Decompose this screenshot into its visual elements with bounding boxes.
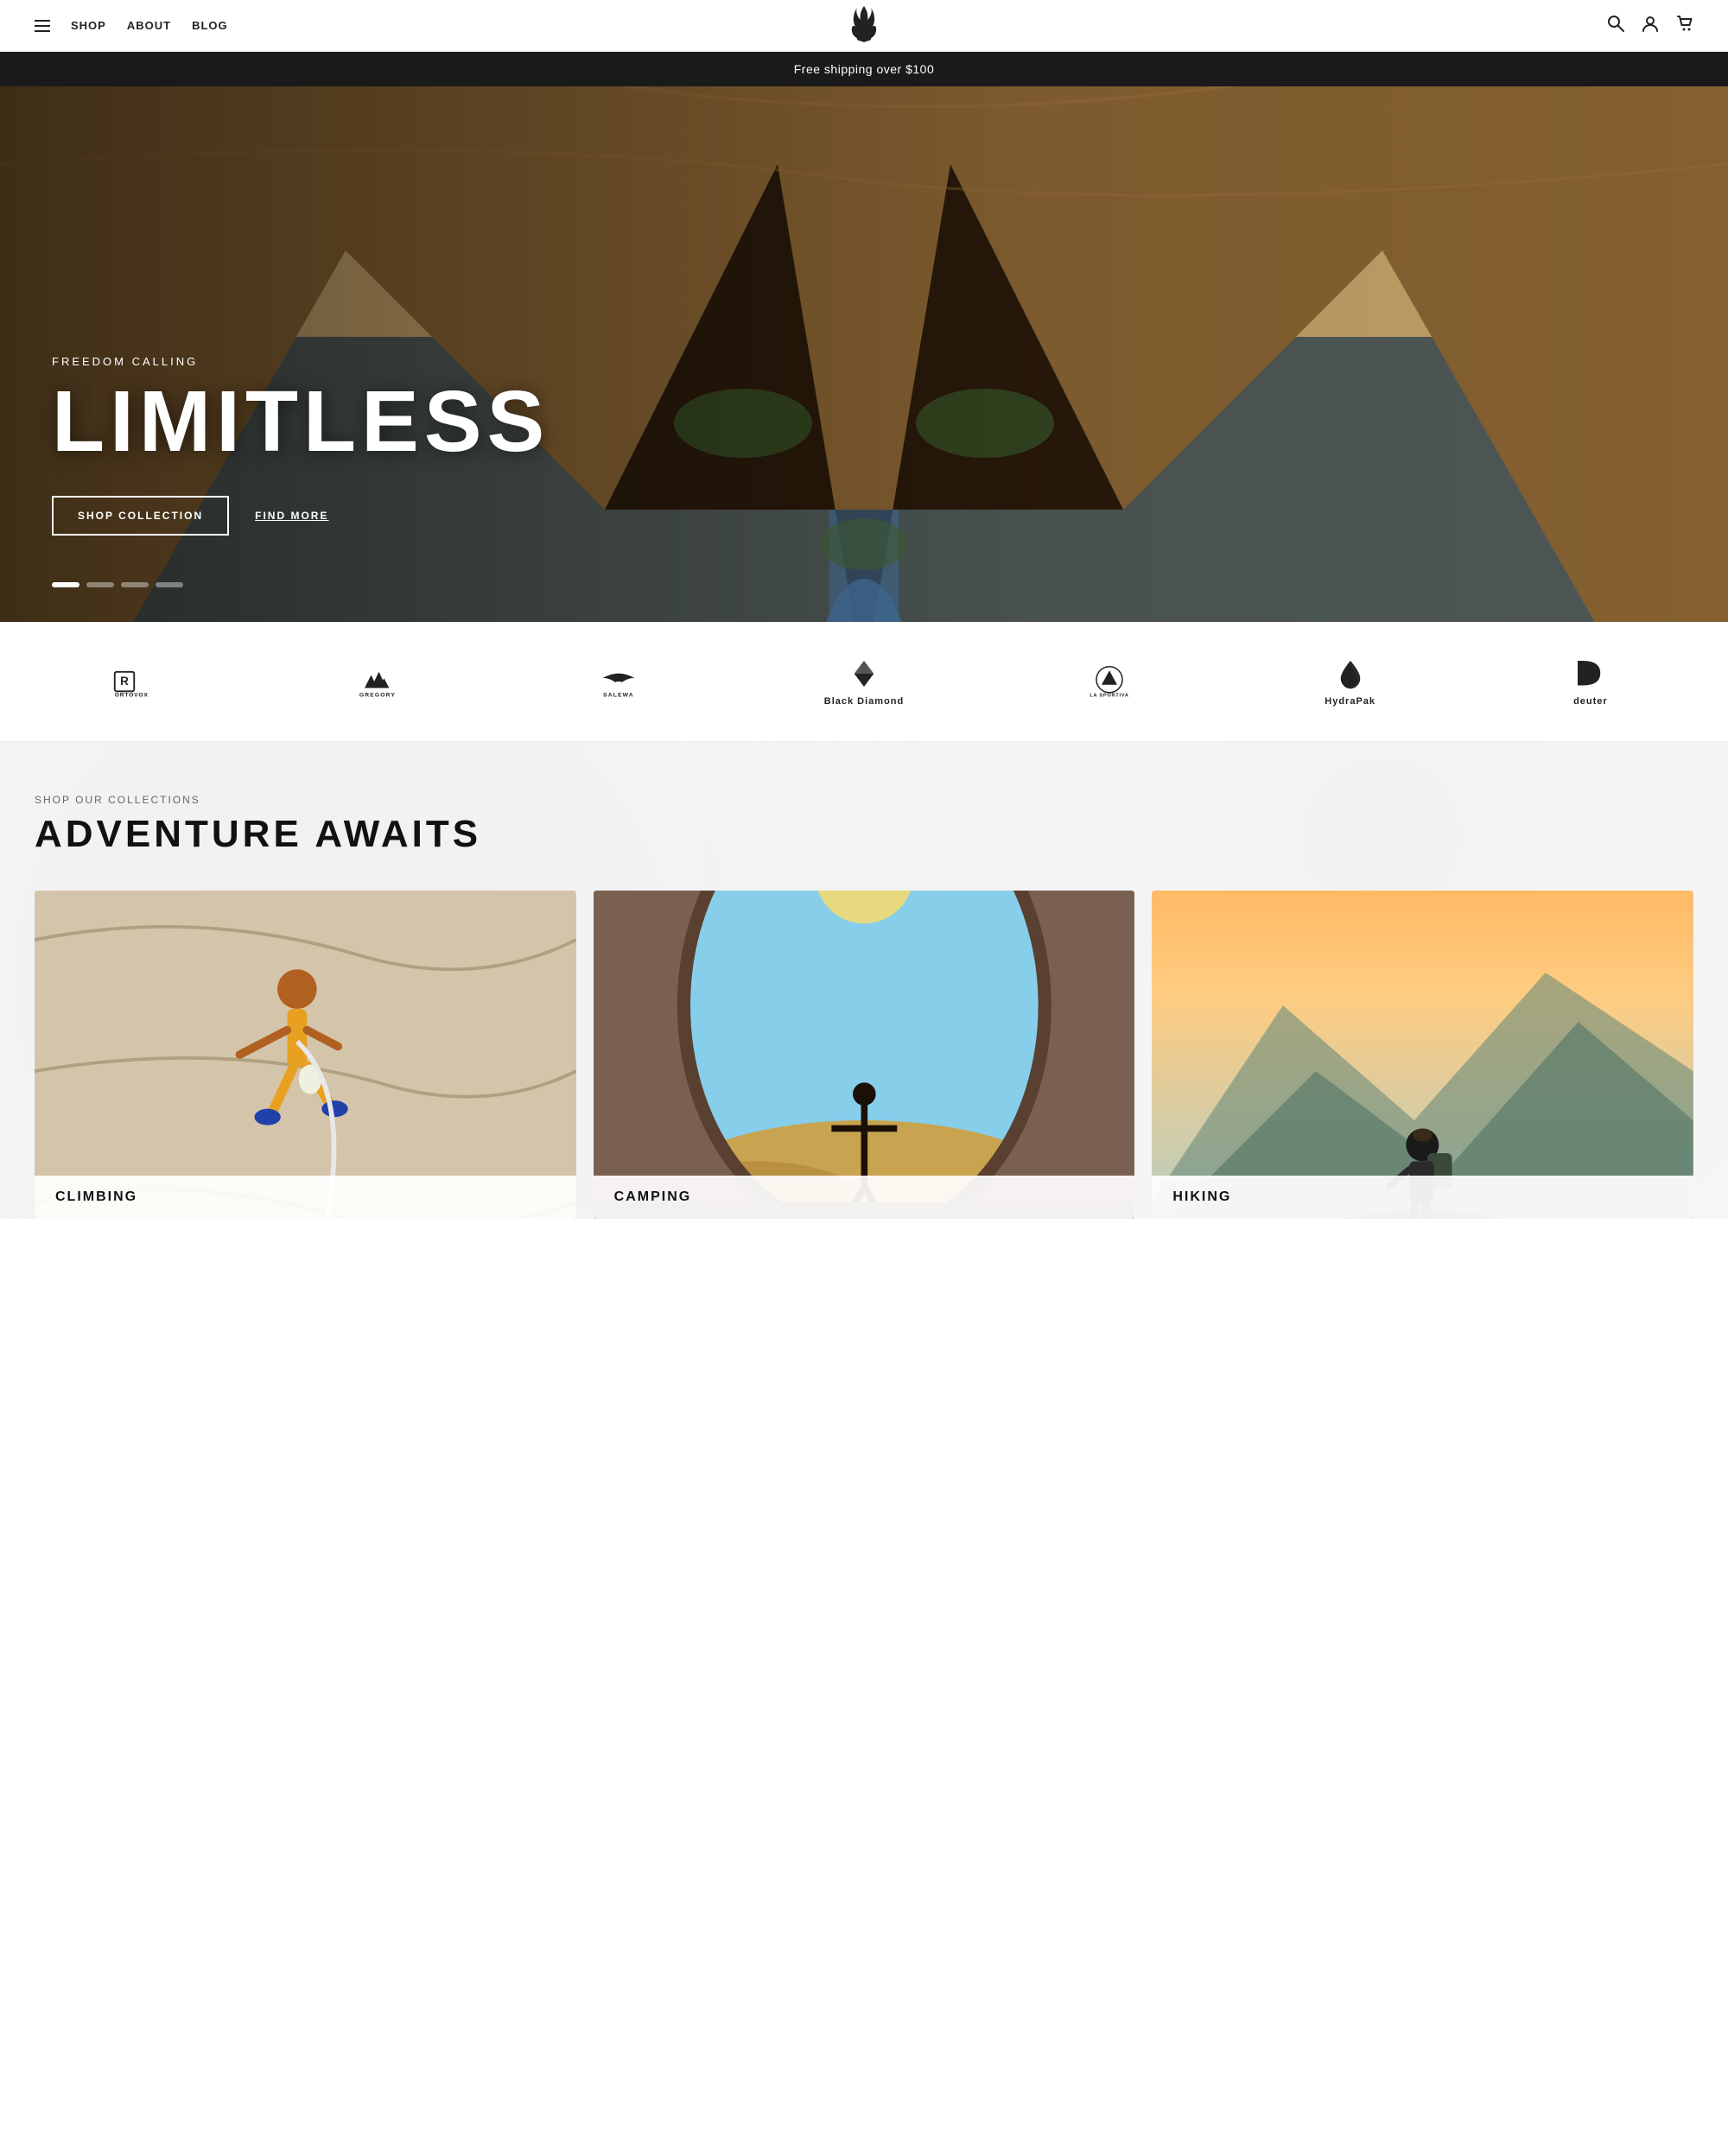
svg-text:SALEWA: SALEWA — [603, 692, 634, 698]
brand-black-diamond[interactable]: Black Diamond — [824, 656, 904, 707]
collection-card-camping[interactable]: CAMPING — [594, 891, 1135, 1219]
hero-title: LIMITLESS — [52, 378, 550, 465]
find-more-button[interactable]: FIND MORE — [255, 510, 328, 522]
hydrapak-label: HydraPak — [1325, 696, 1375, 707]
ortovox-logo-icon: R ORTOVOX — [111, 664, 163, 699]
black-diamond-logo-icon — [838, 656, 890, 691]
brand-la-sportiva[interactable]: LA SPORTIVA — [1075, 664, 1144, 699]
hero-dot-4[interactable] — [156, 582, 183, 587]
gregory-logo-icon: GREGORY — [352, 664, 403, 699]
search-icon[interactable] — [1607, 15, 1624, 36]
svg-text:R: R — [120, 675, 129, 688]
hero-buttons: SHOP COLLECTION FIND MORE — [52, 496, 550, 536]
brand-deuter[interactable]: deuter — [1556, 656, 1625, 707]
nav-link-blog[interactable]: BLOG — [192, 19, 228, 32]
svg-text:ORTOVOX: ORTOVOX — [115, 692, 149, 698]
climbing-label: CLIMBING — [35, 1176, 576, 1219]
logo-icon — [848, 4, 880, 42]
svg-text:LA SPORTIVA: LA SPORTIVA — [1090, 693, 1129, 698]
svg-text:GREGORY: GREGORY — [359, 692, 396, 698]
black-diamond-label: Black Diamond — [824, 696, 904, 707]
nav-link-shop[interactable]: SHOP — [71, 19, 106, 32]
hero-dot-2[interactable] — [86, 582, 114, 587]
nav-right — [1607, 15, 1693, 36]
hiking-label: HIKING — [1152, 1176, 1693, 1219]
salewa-logo-icon: SALEWA — [593, 664, 645, 699]
announcement-text: Free shipping over $100 — [794, 62, 935, 76]
hero-overlay — [0, 86, 1728, 622]
deuter-label: deuter — [1573, 696, 1608, 707]
brand-salewa[interactable]: SALEWA — [584, 664, 653, 699]
navigation: SHOP ABOUT BLOG — [0, 0, 1728, 52]
brand-hydrapak[interactable]: HydraPak — [1316, 656, 1385, 707]
collection-card-hiking[interactable]: HIKING — [1152, 891, 1693, 1219]
hero-dot-3[interactable] — [121, 582, 149, 587]
deuter-logo-icon — [1565, 656, 1617, 691]
hiking-bg — [1152, 891, 1693, 1219]
account-icon[interactable] — [1642, 15, 1659, 36]
la-sportiva-logo-icon: LA SPORTIVA — [1083, 664, 1135, 699]
brand-ortovox[interactable]: R ORTOVOX — [103, 664, 172, 699]
hero-dots — [52, 582, 183, 587]
collections-section: SHOP OUR COLLECTIONS ADVENTURE AWAITS — [0, 742, 1728, 1219]
camping-label: CAMPING — [594, 1176, 1135, 1219]
collections-eyebrow: SHOP OUR COLLECTIONS — [35, 794, 1693, 806]
menu-icon[interactable] — [35, 20, 50, 32]
camping-bg — [594, 891, 1135, 1219]
hydrapak-logo-icon — [1325, 656, 1376, 691]
hero-content: FREEDOM CALLING LIMITLESS SHOP COLLECTIO… — [52, 355, 550, 536]
nav-left: SHOP ABOUT BLOG — [35, 19, 228, 32]
hero-eyebrow: FREEDOM CALLING — [52, 355, 550, 368]
nav-logo[interactable] — [848, 4, 880, 47]
brands-section: R ORTOVOX GREGORY SALEWA Black Diamond — [0, 622, 1728, 742]
cart-icon[interactable] — [1676, 15, 1693, 36]
brand-gregory[interactable]: GREGORY — [343, 664, 412, 699]
hero-section: FREEDOM CALLING LIMITLESS SHOP COLLECTIO… — [0, 86, 1728, 622]
climbing-bg — [35, 891, 576, 1219]
announcement-bar: Free shipping over $100 — [0, 52, 1728, 86]
nav-link-about[interactable]: ABOUT — [127, 19, 171, 32]
collections-grid: CLIMBING — [35, 891, 1693, 1219]
hero-dot-1[interactable] — [52, 582, 79, 587]
collections-title: ADVENTURE AWAITS — [35, 813, 1693, 856]
collection-card-climbing[interactable]: CLIMBING — [35, 891, 576, 1219]
shop-collection-button[interactable]: SHOP COLLECTION — [52, 496, 229, 536]
